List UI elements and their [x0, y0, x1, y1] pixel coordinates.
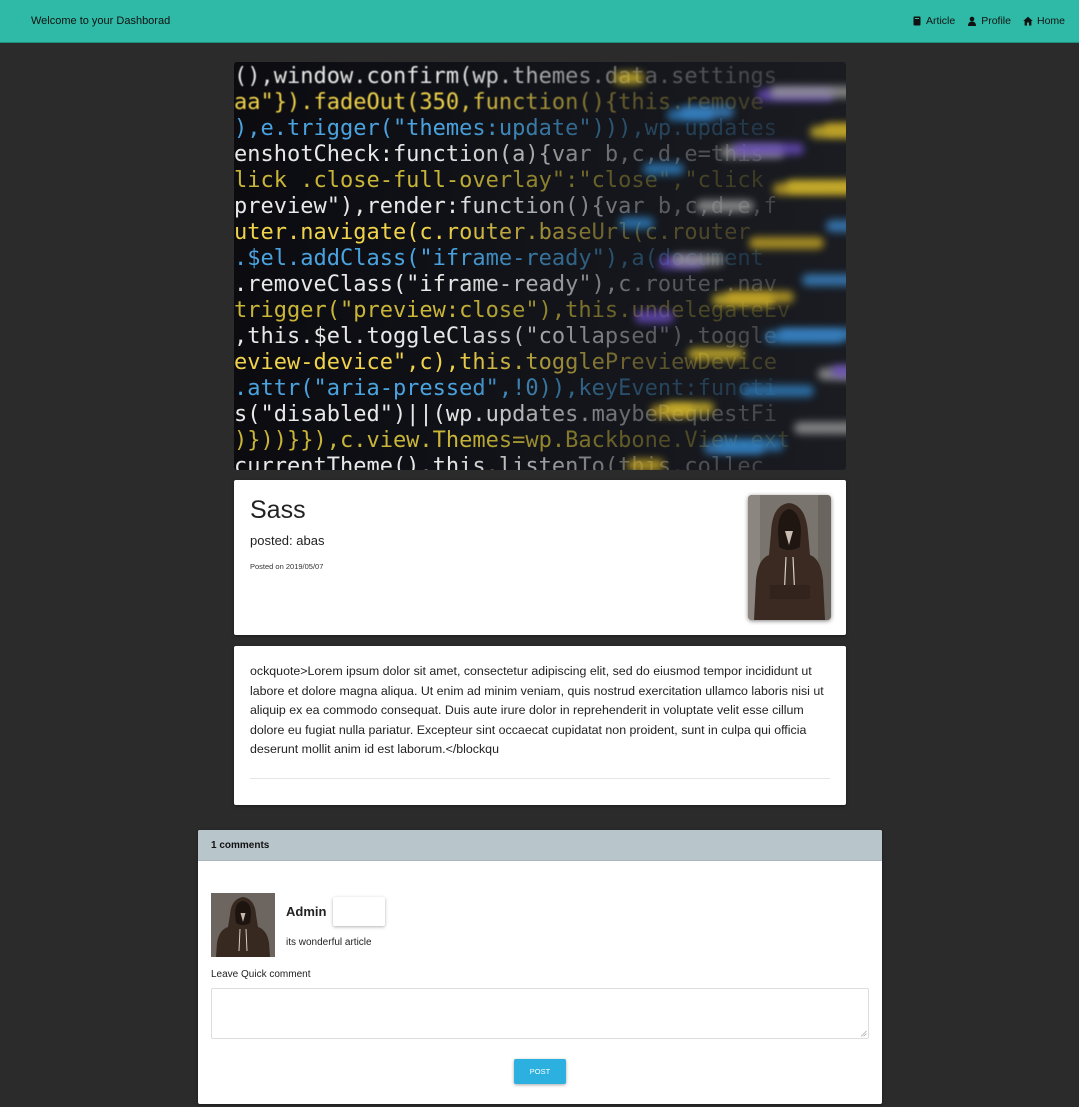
blurred-code-token — [672, 254, 724, 266]
code-line: .attr("aria-pressed",!0)),keyEvent:funct… — [234, 376, 778, 401]
blurred-code-token — [688, 348, 744, 360]
resize-grip-icon[interactable] — [860, 1030, 867, 1037]
nav-item-home-label: Home — [1036, 15, 1065, 27]
comment-avatar — [211, 893, 275, 957]
post-title: Sass — [250, 496, 306, 524]
comments-header: 1 comments — [198, 830, 882, 861]
top-navbar: Welcome to your Dashborad Article Profil… — [0, 0, 1079, 43]
home-icon — [1023, 16, 1033, 26]
blurred-code-token — [696, 200, 754, 212]
post-comment-button[interactable]: POST — [514, 1059, 566, 1084]
quick-comment-label: Leave Quick comment — [211, 969, 311, 980]
nav-item-profile[interactable]: Profile — [967, 15, 1011, 27]
nav-item-article-label: Article — [926, 15, 956, 27]
divider — [250, 778, 830, 779]
blurred-code-token — [786, 180, 846, 192]
code-line: trigger("preview:close"),this.undelegate… — [234, 298, 791, 323]
code-line: enshotCheck:function(a){var b,c,d,e=this — [234, 142, 764, 167]
comment-text: its wonderful article — [286, 937, 372, 948]
user-icon — [968, 16, 977, 26]
post-body-card: ockquote>Lorem ipsum dolor sit amet, con… — [234, 646, 846, 805]
code-line: ,this.$el.toggleClass("collapsed").toggl… — [234, 324, 778, 349]
code-line: .removeClass("iframe-ready"),c.router.na… — [234, 272, 778, 297]
nav-item-home[interactable]: Home — [1023, 15, 1065, 27]
post-author: posted: abas — [250, 533, 325, 548]
blurred-code-token — [643, 163, 684, 175]
dashboard-welcome-title: Welcome to your Dashborad — [31, 15, 171, 27]
quick-comment-input[interactable] — [211, 988, 869, 1039]
post-header-card: Sass posted: abas Posted on 2019/05/07 — [234, 480, 846, 635]
blurred-code-token — [614, 72, 644, 84]
blurred-code-token — [823, 123, 846, 135]
blurred-code-token — [794, 422, 846, 434]
code-line: (),window.confirm(wp.themes.data.setting… — [234, 64, 778, 89]
blurred-code-token — [733, 143, 804, 155]
comments-card: 1 comments Admin its wonderful article L… — [198, 830, 882, 1104]
blurred-code-token — [680, 106, 734, 118]
blurred-code-token — [826, 220, 846, 232]
comments-count: 1 comments — [211, 840, 270, 851]
blurred-code-token — [619, 217, 654, 229]
code-line: lick .close-full-overlay":"close","click — [234, 168, 764, 193]
blurred-code-token — [749, 237, 824, 249]
nav-item-article[interactable]: Article — [912, 15, 955, 27]
article-cover-image: (),window.confirm(wp.themes.data.setting… — [234, 62, 846, 470]
post-date: Posted on 2019/05/07 — [250, 562, 324, 571]
blurred-code-token — [778, 328, 846, 340]
post-body-text: ockquote>Lorem ipsum dolor sit amet, con… — [250, 664, 824, 756]
blurred-code-token — [802, 274, 846, 286]
comment-author: Admin — [286, 904, 327, 919]
code-line: currentTheme(),this.listenTo(this.collec — [234, 454, 764, 470]
code-line: uter.navigate(c.router.baseUrl(c.router — [234, 220, 751, 245]
blurred-code-token — [741, 385, 814, 397]
nav-item-profile-label: Profile — [981, 15, 1011, 27]
blurred-code-token — [717, 439, 784, 451]
nav-links: Article Profile Home — [912, 15, 1065, 27]
blurred-code-token — [725, 291, 794, 303]
blurred-code-token — [770, 86, 846, 98]
blurred-code-token — [627, 459, 664, 470]
blurred-code-token — [831, 365, 846, 377]
book-icon — [913, 16, 921, 26]
comment-action-button[interactable] — [333, 897, 385, 926]
author-photo — [748, 495, 831, 620]
blurred-code-token — [635, 311, 674, 323]
blurred-code-token — [664, 402, 714, 414]
